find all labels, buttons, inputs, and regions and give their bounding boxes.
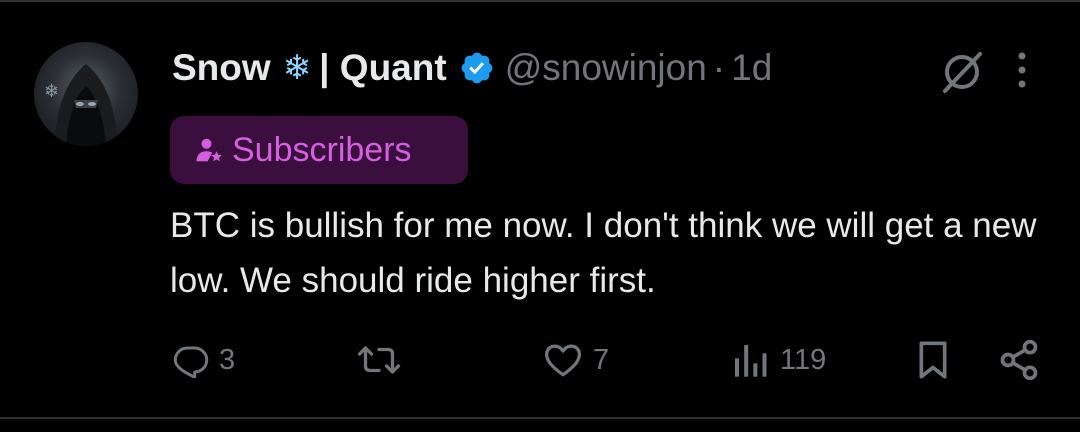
subscriber-icon [196, 138, 222, 162]
snowflake-icon: ❄ [282, 48, 312, 88]
views-button[interactable]: 119 [730, 330, 826, 390]
share-icon [1000, 339, 1038, 381]
like-button[interactable]: 7 [543, 330, 609, 390]
timestamp[interactable]: 1d [731, 47, 772, 89]
top-divider [0, 0, 1080, 2]
reply-icon [173, 346, 209, 378]
display-name[interactable]: Snow [172, 47, 271, 89]
svg-text:❄: ❄ [44, 81, 59, 102]
handle[interactable]: @snowinjon [505, 47, 707, 89]
views-icon [735, 345, 767, 377]
reply-count: 3 [219, 343, 236, 376]
share-button[interactable] [997, 330, 1041, 390]
badge-label: Subscribers [232, 130, 412, 169]
heart-icon [545, 344, 581, 377]
bookmark-button[interactable] [915, 330, 951, 390]
like-count: 7 [593, 343, 610, 376]
reply-button[interactable]: 3 [173, 330, 235, 390]
tweet-header: Snow ❄ | Quant @snowinjon · 1d [172, 44, 772, 92]
action-bar: 3 7 119 [0, 330, 1080, 390]
tweet-text: BTC is bullish for me now. I don't think… [170, 206, 1037, 300]
bookmark-icon [919, 341, 947, 379]
verified-badge-icon[interactable] [459, 50, 495, 86]
bottom-divider [0, 417, 1080, 419]
separator-dot: · [712, 47, 726, 88]
retweet-icon [357, 346, 401, 374]
more-vertical-icon[interactable] [1013, 50, 1031, 90]
grok-icon[interactable] [940, 50, 984, 94]
display-name-suffix[interactable]: | Quant [319, 47, 447, 89]
retweet-button[interactable] [356, 330, 402, 390]
avatar-image: ❄ [44, 64, 118, 146]
subscribers-badge: Subscribers [170, 116, 468, 184]
avatar[interactable]: ❄ [34, 42, 138, 146]
views-count: 119 [780, 343, 827, 376]
